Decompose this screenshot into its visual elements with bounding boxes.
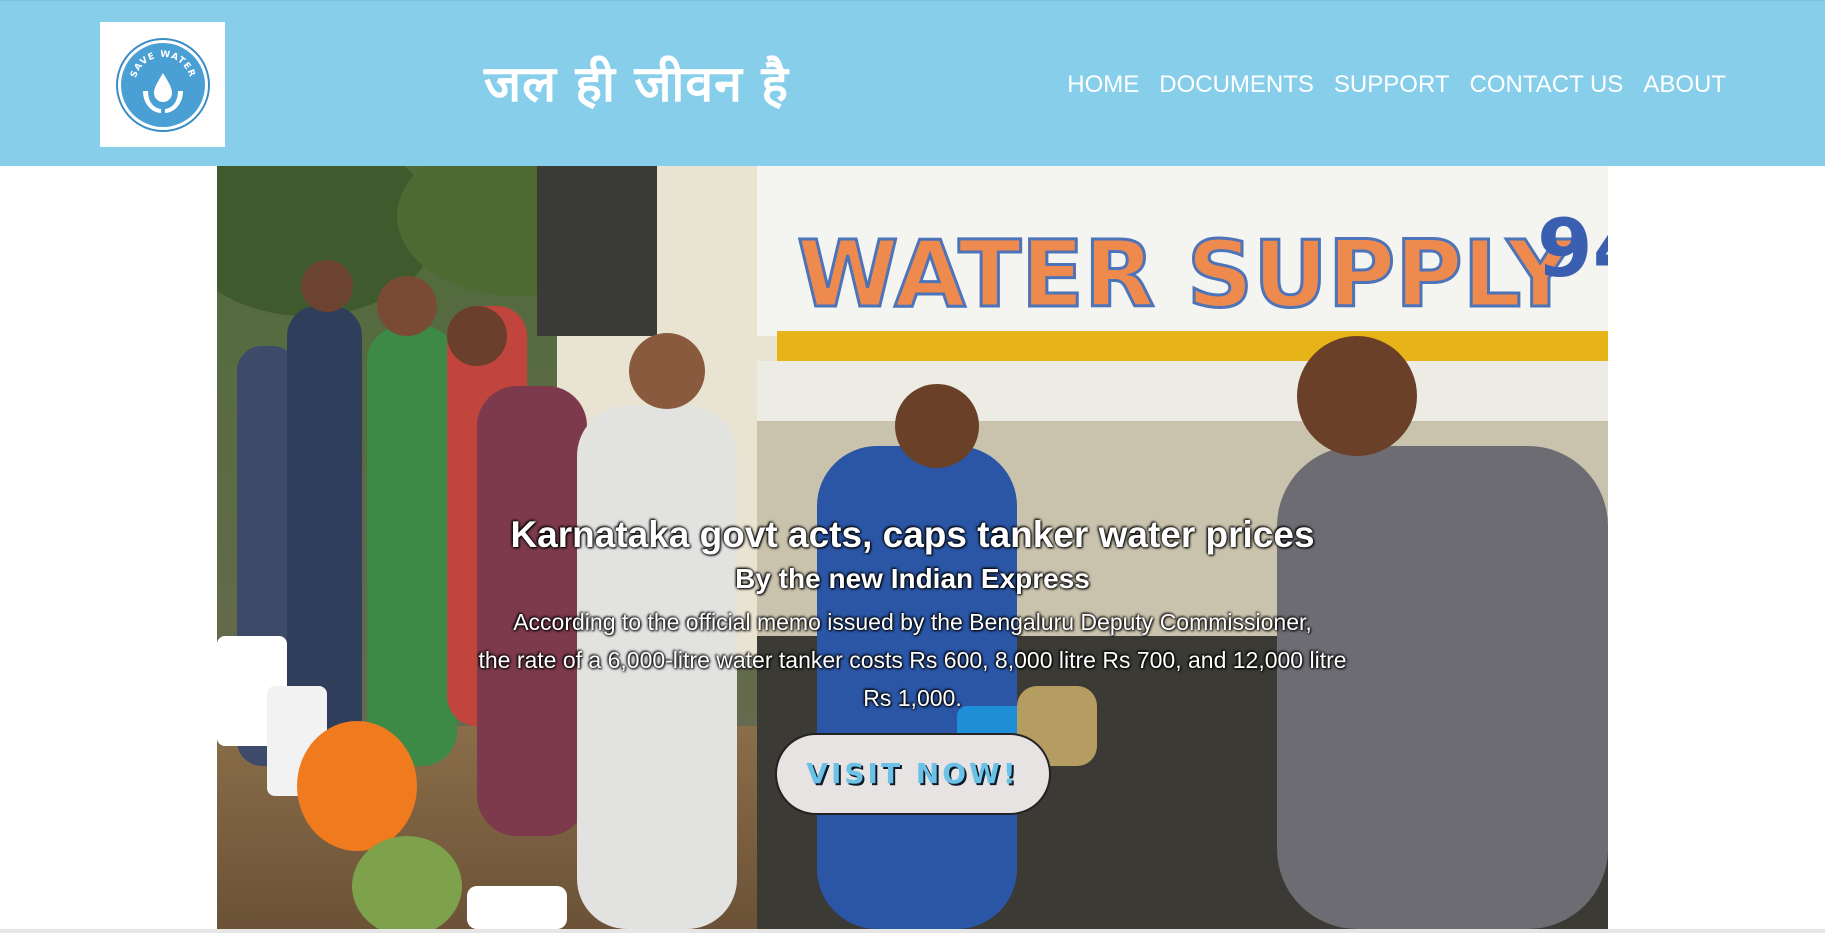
water-drop-hands-icon: SAVE WATER (115, 37, 210, 132)
hero-content: Karnataka govt acts, caps tanker water p… (217, 511, 1608, 815)
nav-support[interactable]: SUPPORT (1334, 71, 1450, 99)
svg-text:94: 94 (1537, 202, 1608, 295)
hero-subtitle: By the new Indian Express (735, 563, 1090, 594)
hero-description-line1: According to the official memo issued by… (513, 609, 1312, 635)
save-water-logo[interactable]: SAVE WATER (100, 22, 225, 147)
hero-title: Karnataka govt acts, caps tanker water p… (510, 514, 1315, 555)
visit-now-button[interactable]: VISIT NOW! (774, 733, 1051, 815)
hero-banner: WATER SUPPLY 94 Karnataka govt acts, cap… (217, 166, 1608, 929)
nav-about[interactable]: ABOUT (1643, 71, 1726, 99)
hero-description-line2: the rate of a 6,000-litre water tanker c… (478, 647, 1347, 711)
truck-sign-text: WATER SUPPLY (797, 221, 1575, 328)
site-header: SAVE WATER जल ही जीवन है HOME DOCUMENTS … (0, 0, 1825, 166)
main-nav: HOME DOCUMENTS SUPPORT CONTACT US ABOUT (1067, 65, 1726, 105)
site-title: जल ही जीवन है (484, 55, 789, 113)
hero-description: According to the official memo issued by… (463, 603, 1363, 717)
nav-contact-us[interactable]: CONTACT US (1470, 71, 1624, 99)
nav-documents[interactable]: DOCUMENTS (1159, 71, 1314, 99)
nav-home[interactable]: HOME (1067, 71, 1139, 99)
page-bottom-divider (0, 929, 1825, 933)
